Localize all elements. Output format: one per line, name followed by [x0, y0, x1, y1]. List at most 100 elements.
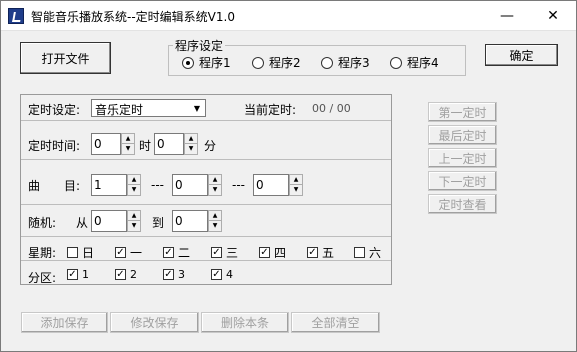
zone-2-checkbox[interactable]: ✓ 2: [115, 268, 137, 281]
chevron-down-icon[interactable]: ▼: [190, 101, 204, 115]
modify-save-button[interactable]: 修改保存: [110, 312, 199, 333]
radio-indicator: [390, 56, 402, 69]
current-timer-label: 当前定时:: [244, 103, 297, 117]
minute-unit: 分: [204, 139, 217, 153]
weekday-fri-checkbox[interactable]: ✓ 五: [307, 244, 334, 261]
app-logo-icon: [8, 8, 24, 24]
radio-indicator: [182, 56, 194, 69]
weekday-sun-checkbox[interactable]: 日: [67, 244, 94, 261]
program-3-radio[interactable]: 程序3: [321, 54, 370, 71]
spin-down-icon[interactable]: ▼: [128, 185, 140, 195]
zone-label: 分区:: [28, 271, 57, 285]
weekday-sat-label: 六: [369, 246, 382, 260]
clear-all-button[interactable]: 全部清空: [291, 312, 380, 333]
last-timer-button[interactable]: 最后定时: [428, 125, 497, 145]
spin-up-icon[interactable]: ▲: [122, 134, 134, 144]
song-3-spinner[interactable]: ▲ ▼: [289, 174, 303, 196]
checkmark-icon: ✓: [211, 269, 222, 280]
checkmark-icon: ✓: [163, 269, 174, 280]
checkmark-icon: ✓: [163, 247, 174, 258]
spin-down-icon[interactable]: ▼: [122, 144, 134, 154]
program-3-label: 程序3: [338, 56, 370, 70]
minute-input[interactable]: 0: [154, 133, 184, 155]
checkmark-icon: ✓: [115, 269, 126, 280]
spin-down-icon[interactable]: ▼: [209, 221, 221, 231]
zone-2-label: 2: [130, 268, 137, 281]
song-3-input[interactable]: 0: [253, 174, 289, 196]
zone-3-checkbox[interactable]: ✓ 3: [163, 268, 185, 281]
song-separator: ---: [232, 178, 245, 192]
checkmark-icon: ✓: [115, 247, 126, 258]
zone-1-checkbox[interactable]: ✓ 1: [67, 268, 89, 281]
zone-1-label: 1: [82, 268, 89, 281]
checkmark-icon: ✓: [307, 247, 318, 258]
program-1-radio[interactable]: 程序1: [182, 54, 231, 71]
minute-spinner[interactable]: ▲ ▼: [184, 133, 198, 155]
program-4-radio[interactable]: 程序4: [390, 54, 439, 71]
timer-setting-select[interactable]: 音乐定时 ▼: [91, 99, 206, 117]
weekday-wed-label: 三: [226, 246, 239, 260]
timer-time-label: 定时时间:: [28, 139, 81, 153]
first-timer-button[interactable]: 第一定时: [428, 102, 497, 122]
random-from-label: 从: [76, 216, 89, 230]
next-timer-button[interactable]: 下一定时: [428, 171, 497, 191]
weekday-wed-checkbox[interactable]: ✓ 三: [211, 244, 238, 261]
random-from-spinner[interactable]: ▲ ▼: [127, 210, 141, 232]
current-timer-value: 00 / 00: [312, 102, 351, 115]
checkmark-icon: ✓: [259, 247, 270, 258]
spin-down-icon[interactable]: ▼: [185, 144, 197, 154]
song-separator: ---: [151, 178, 164, 192]
weekday-sun-label: 日: [82, 246, 95, 260]
program-2-label: 程序2: [269, 56, 301, 70]
close-button[interactable]: ✕: [530, 1, 576, 30]
spin-up-icon[interactable]: ▲: [290, 175, 302, 185]
song-2-input[interactable]: 0: [172, 174, 208, 196]
random-label: 随机:: [28, 216, 57, 230]
checkbox-indicator: [354, 247, 365, 258]
spin-up-icon[interactable]: ▲: [209, 211, 221, 221]
spin-up-icon[interactable]: ▲: [128, 175, 140, 185]
song-2-spinner[interactable]: ▲ ▼: [208, 174, 222, 196]
checkmark-icon: ✓: [67, 269, 78, 280]
confirm-button[interactable]: 确定: [485, 44, 558, 66]
delete-entry-button[interactable]: 删除本条: [201, 312, 289, 333]
spin-up-icon[interactable]: ▲: [128, 211, 140, 221]
minimize-button[interactable]: —: [484, 1, 530, 30]
weekday-sat-checkbox[interactable]: 六: [354, 244, 381, 261]
random-to-spinner[interactable]: ▲ ▼: [208, 210, 222, 232]
checkbox-indicator: [67, 247, 78, 258]
view-timer-button[interactable]: 定时查看: [428, 194, 497, 214]
spin-up-icon[interactable]: ▲: [185, 134, 197, 144]
spin-down-icon[interactable]: ▼: [128, 221, 140, 231]
row-divider: [21, 236, 391, 237]
weekday-thu-label: 四: [274, 246, 287, 260]
program-1-label: 程序1: [199, 56, 231, 70]
week-label: 星期:: [28, 246, 57, 260]
open-file-button[interactable]: 打开文件: [20, 42, 111, 74]
hour-spinner[interactable]: ▲ ▼: [121, 133, 135, 155]
weekday-thu-checkbox[interactable]: ✓ 四: [259, 244, 286, 261]
song-1-input[interactable]: 1: [91, 174, 127, 196]
zone-3-label: 3: [178, 268, 185, 281]
zone-4-label: 4: [226, 268, 233, 281]
random-to-input[interactable]: 0: [172, 210, 208, 232]
spin-down-icon[interactable]: ▼: [290, 185, 302, 195]
spin-up-icon[interactable]: ▲: [209, 175, 221, 185]
random-from-input[interactable]: 0: [91, 210, 127, 232]
radio-indicator: [252, 56, 264, 69]
weekday-mon-label: 一: [130, 246, 143, 260]
zone-4-checkbox[interactable]: ✓ 4: [211, 268, 233, 281]
weekday-tue-checkbox[interactable]: ✓ 二: [163, 244, 190, 261]
prev-timer-button[interactable]: 上一定时: [428, 148, 497, 168]
timer-setting-value: 音乐定时: [95, 103, 144, 117]
add-save-button[interactable]: 添加保存: [21, 312, 108, 333]
song-1-spinner[interactable]: ▲ ▼: [127, 174, 141, 196]
checkmark-icon: ✓: [211, 247, 222, 258]
hour-input[interactable]: 0: [91, 133, 121, 155]
weekday-mon-checkbox[interactable]: ✓ 一: [115, 244, 142, 261]
song-label: 曲 目:: [28, 179, 81, 193]
program-2-radio[interactable]: 程序2: [252, 54, 301, 71]
program-4-label: 程序4: [407, 56, 439, 70]
spin-down-icon[interactable]: ▼: [209, 185, 221, 195]
title-bar: 智能音乐播放系统--定时编辑系统V1.0 — ✕: [1, 1, 576, 31]
